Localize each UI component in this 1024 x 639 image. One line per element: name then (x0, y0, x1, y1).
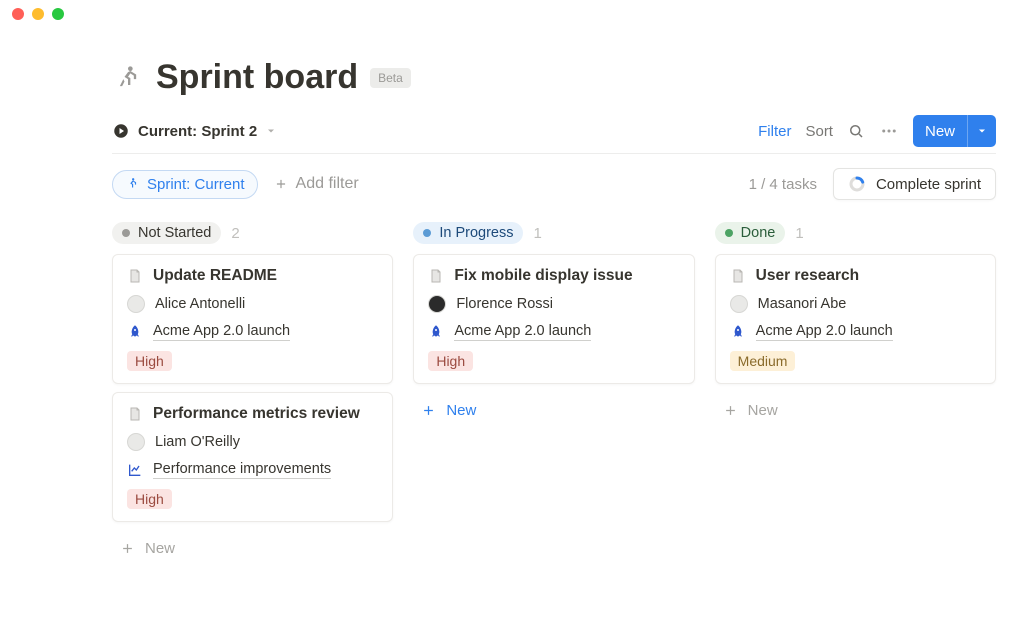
filter-bar: Sprint: Current Add filter 1 / 4 tasks C… (112, 168, 996, 200)
project-link[interactable]: Acme App 2.0 launch (454, 323, 591, 341)
search-icon[interactable] (847, 122, 865, 140)
filter-button[interactable]: Filter (758, 123, 791, 140)
assignee-avatar (730, 295, 748, 313)
card-title: Performance metrics review (153, 405, 360, 423)
add-filter-button[interactable]: Add filter (274, 175, 359, 193)
priority-tag: High (127, 489, 172, 509)
assignee-name: Alice Antonelli (155, 296, 245, 312)
beta-badge: Beta (370, 68, 411, 88)
card-title: User research (756, 267, 859, 285)
status-dot-icon (725, 229, 733, 237)
status-pill[interactable]: Not Started (112, 222, 221, 244)
page-header: Sprint board Beta (112, 58, 996, 97)
status-pill[interactable]: Done (715, 222, 786, 244)
complete-sprint-label: Complete sprint (876, 176, 981, 193)
sort-button[interactable]: Sort (805, 123, 833, 140)
window-close-icon[interactable] (12, 8, 24, 20)
window-minimize-icon[interactable] (32, 8, 44, 20)
assignee-name: Florence Rossi (456, 296, 553, 312)
new-button-chevron[interactable] (967, 115, 996, 147)
assignee-name: Liam O'Reilly (155, 434, 240, 450)
rocket-icon (730, 324, 746, 340)
project-link[interactable]: Performance improvements (153, 461, 331, 479)
status-dot-icon (423, 229, 431, 237)
column-count: 1 (533, 225, 541, 242)
column-count: 1 (795, 225, 803, 242)
priority-tag: Medium (730, 351, 796, 371)
doc-icon (127, 268, 143, 284)
assignee-avatar (127, 295, 145, 313)
doc-icon (428, 268, 444, 284)
new-card-label: New (446, 402, 476, 419)
window-maximize-icon[interactable] (52, 8, 64, 20)
filter-chip-label: Sprint: Current (147, 176, 245, 193)
new-button[interactable]: New (913, 115, 996, 147)
board-columns: Not Started 2 Update README Alice Antonelli… (112, 222, 996, 561)
card-title: Fix mobile display issue (454, 267, 632, 285)
new-card-label: New (748, 402, 778, 419)
doc-icon (730, 268, 746, 284)
doc-icon (127, 406, 143, 422)
chevron-down-icon (265, 125, 277, 137)
view-bar: Current: Sprint 2 Filter Sort New (112, 115, 996, 154)
column-header[interactable]: Done 1 (715, 222, 996, 244)
board-column: In Progress 1 Fix mobile display issue Flor… (413, 222, 694, 561)
status-dot-icon (122, 229, 130, 237)
rocket-icon (127, 324, 143, 340)
board-column: Not Started 2 Update README Alice Antonelli… (112, 222, 393, 561)
view-tab-current[interactable]: Current: Sprint 2 (112, 122, 277, 140)
plus-icon (274, 177, 288, 191)
rocket-icon (428, 324, 444, 340)
new-button-label: New (913, 123, 967, 140)
new-card-button[interactable]: New (112, 530, 393, 561)
progress-ring-icon (848, 175, 866, 193)
assignee-avatar (428, 295, 446, 313)
new-card-button[interactable]: New (715, 392, 996, 423)
complete-sprint-button[interactable]: Complete sprint (833, 168, 996, 200)
add-filter-label: Add filter (296, 175, 359, 193)
view-tab-label: Current: Sprint 2 (138, 123, 257, 140)
column-name: Not Started (138, 225, 211, 241)
task-card[interactable]: Update README Alice Antonelli Acme App 2.0… (112, 254, 393, 384)
plus-icon (421, 403, 436, 418)
status-pill[interactable]: In Progress (413, 222, 523, 244)
new-card-label: New (145, 540, 175, 557)
board-column: Done 1 User research Masanori Abe Acme App 2… (715, 222, 996, 561)
chart-icon (127, 462, 143, 478)
plus-icon (723, 403, 738, 418)
column-header[interactable]: In Progress 1 (413, 222, 694, 244)
priority-tag: High (127, 351, 172, 371)
column-name: In Progress (439, 225, 513, 241)
project-link[interactable]: Acme App 2.0 launch (153, 323, 290, 341)
page-title: Sprint board (156, 58, 358, 97)
plus-icon (120, 541, 135, 556)
task-card[interactable]: User research Masanori Abe Acme App 2.0 la… (715, 254, 996, 384)
runner-small-icon (125, 177, 139, 191)
assignee-avatar (127, 433, 145, 451)
column-count: 2 (231, 225, 239, 242)
task-card[interactable]: Performance metrics review Liam O'Reilly P… (112, 392, 393, 522)
priority-tag: High (428, 351, 473, 371)
runner-icon (112, 62, 144, 94)
card-title: Update README (153, 267, 277, 285)
task-card[interactable]: Fix mobile display issue Florence Rossi Ac… (413, 254, 694, 384)
play-icon (112, 122, 130, 140)
new-card-button[interactable]: New (413, 392, 694, 423)
column-header[interactable]: Not Started 2 (112, 222, 393, 244)
more-icon[interactable] (879, 122, 899, 140)
assignee-name: Masanori Abe (758, 296, 847, 312)
column-name: Done (741, 225, 776, 241)
project-link[interactable]: Acme App 2.0 launch (756, 323, 893, 341)
tasks-count: 1 / 4 tasks (749, 176, 817, 193)
window-titlebar (0, 0, 1024, 28)
filter-chip-sprint[interactable]: Sprint: Current (112, 170, 258, 199)
